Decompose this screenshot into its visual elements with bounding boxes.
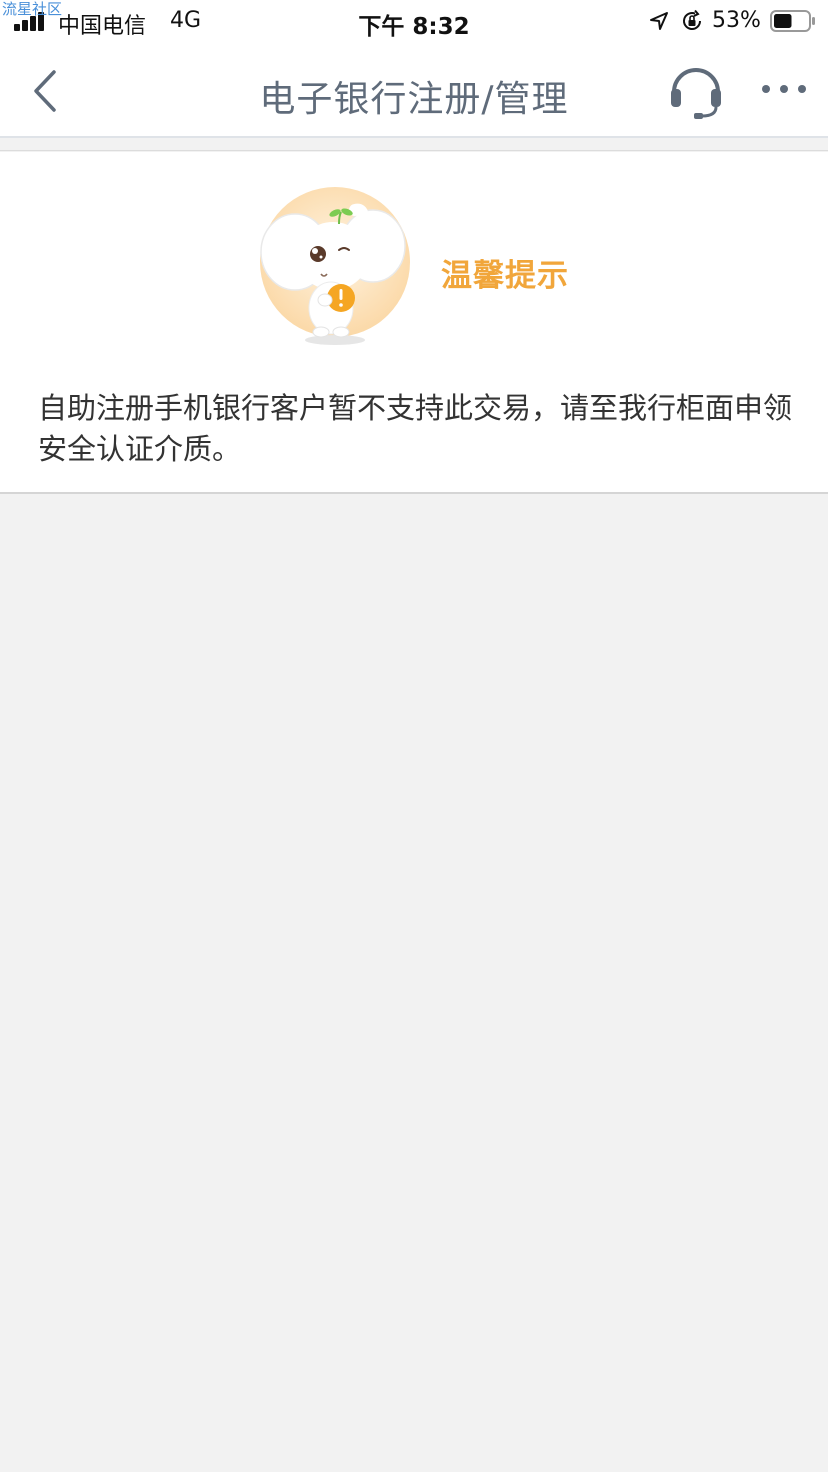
headset-icon: [671, 68, 721, 119]
more-options-button[interactable]: [758, 74, 810, 104]
battery-icon: [770, 10, 815, 32]
battery-percent: 53%: [712, 8, 761, 33]
notice-message: 自助注册手机银行客户暂不支持此交易，请至我行柜面申领安全认证介质。: [38, 391, 793, 466]
notice-title: 温馨提示: [441, 258, 569, 294]
elephant-mascot-illustration: [260, 187, 410, 345]
section-divider: [0, 140, 828, 151]
ellipsis-icon: [762, 85, 806, 93]
customer-service-button[interactable]: [666, 62, 726, 122]
nav-bar: 电子银行注册/管理: [0, 44, 828, 138]
notice-card: 温馨提示 自助注册手机银行客户暂不支持此交易，请至我行柜面申领安全认证介质。: [0, 152, 828, 494]
status-bar: 中国电信 4G 下午 8:32 53% 流星社区: [0, 0, 828, 44]
watermark-text: 流星社区: [2, 0, 63, 18]
location-arrow-icon: [650, 12, 668, 30]
rotation-lock-icon: [683, 9, 701, 30]
